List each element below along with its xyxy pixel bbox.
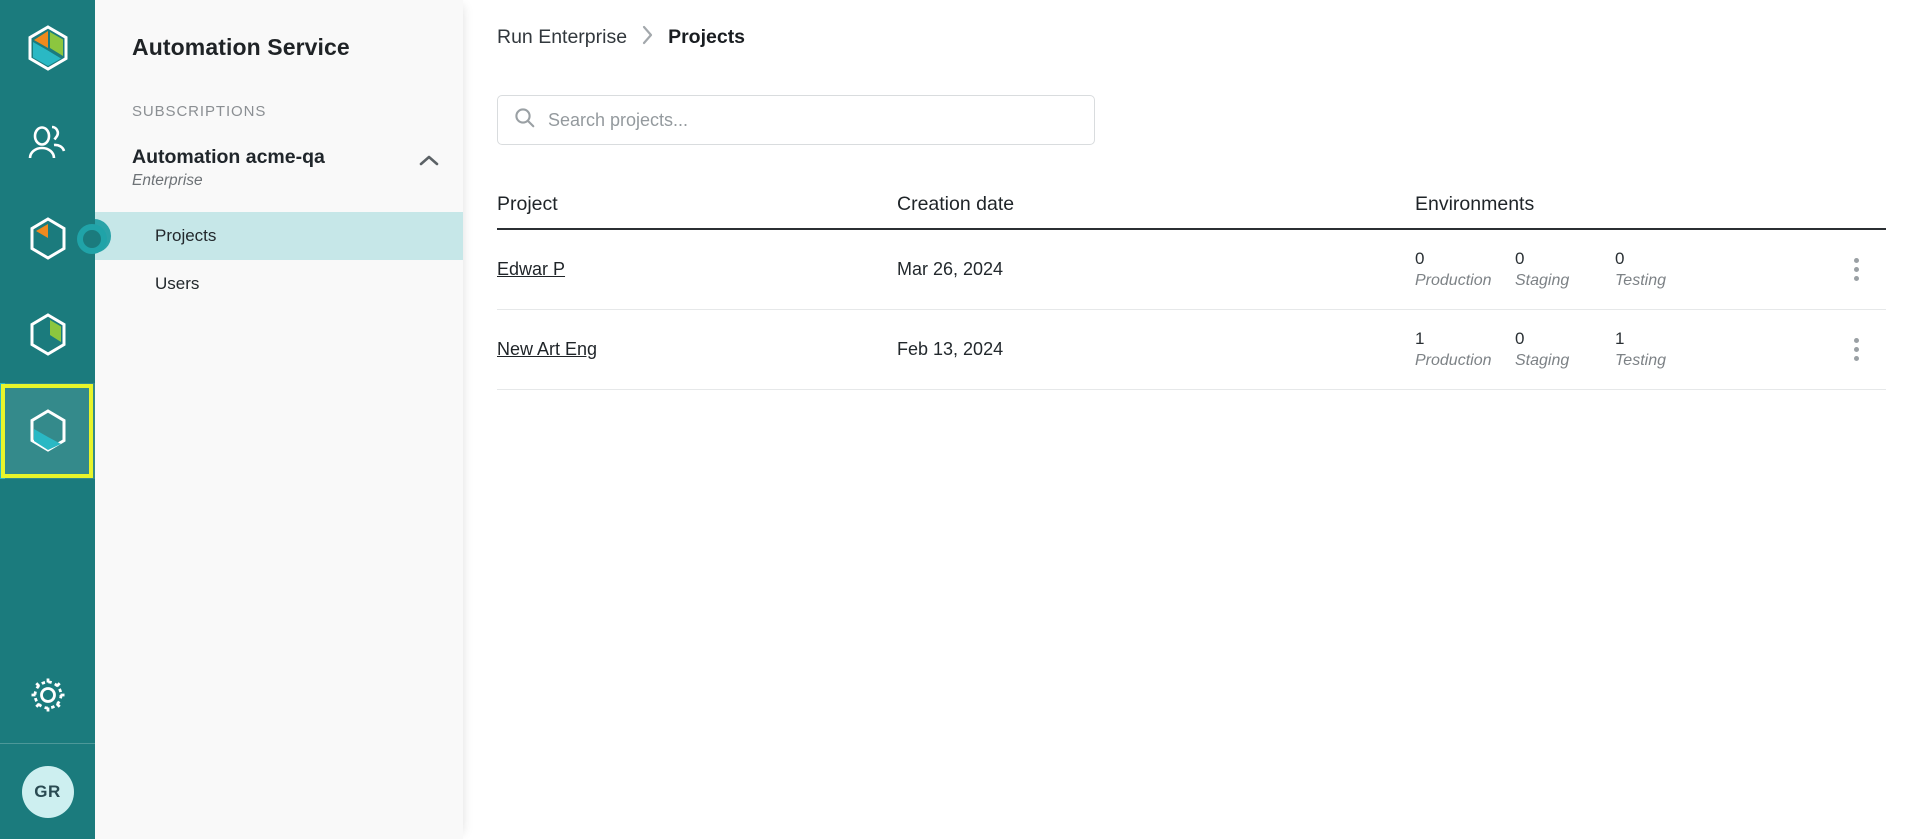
subscription-name: Automation acme-qa: [132, 146, 325, 168]
gear-icon: [31, 678, 64, 712]
env-count: 0: [1615, 249, 1625, 269]
rail-item-users[interactable]: [0, 95, 95, 191]
kebab-menu-icon[interactable]: [1826, 338, 1886, 361]
column-header-environments: Environments: [1415, 193, 1535, 215]
rail-item-settings[interactable]: [0, 647, 95, 743]
rail-badge-indicator: [77, 224, 107, 254]
cell-project: Edwar P: [497, 259, 897, 280]
column-header-creation-date: Creation date: [897, 193, 1015, 215]
hexagon-orange-icon: [30, 217, 65, 260]
search-input[interactable]: Search projects...: [497, 95, 1095, 145]
sidebar-item-label: Projects: [155, 226, 217, 245]
row-actions[interactable]: [1826, 338, 1886, 361]
env-label: Production: [1415, 351, 1492, 369]
app-root: GR Automation Service SUBSCRIPTIONS Auto…: [0, 0, 1920, 839]
rail-item-workloads[interactable]: [0, 191, 107, 287]
row-actions[interactable]: [1826, 258, 1886, 281]
env-label: Production: [1415, 271, 1492, 289]
breadcrumb: Run Enterprise Projects: [463, 0, 1920, 49]
cell-creation-date: Mar 26, 2024: [897, 259, 1004, 279]
sidebar-section-label: SUBSCRIPTIONS: [132, 103, 267, 120]
icon-rail: GR: [0, 0, 107, 839]
sidebar-item-label: Users: [155, 274, 200, 293]
avatar: GR: [21, 765, 74, 818]
table-header-row: Project Creation date Environments: [497, 193, 1886, 230]
env-count: 0: [1515, 329, 1525, 349]
subscription-collapse-button[interactable]: [419, 146, 439, 172]
kebab-menu-icon[interactable]: [1826, 258, 1886, 281]
hexagon-logo-icon: [28, 24, 67, 71]
env-staging: 0 Staging: [1515, 249, 1615, 290]
project-link[interactable]: Edwar P: [497, 259, 565, 279]
sidebar-item-users[interactable]: Users: [95, 260, 463, 308]
secondary-sidebar: Automation Service SUBSCRIPTIONS Automat…: [77, 0, 463, 839]
table-row[interactable]: New Art Eng Feb 13, 2024 1 Production 0 …: [497, 310, 1886, 390]
project-link[interactable]: New Art Eng: [497, 339, 597, 359]
env-count: 0: [1515, 249, 1525, 269]
env-staging: 0 Staging: [1515, 329, 1615, 370]
projects-table: Project Creation date Environments Edwar…: [497, 193, 1886, 390]
page-title: Automation Service: [132, 34, 350, 60]
env-testing: 0 Testing: [1615, 249, 1715, 290]
env-production: 1 Production: [1415, 329, 1515, 370]
search-placeholder: Search projects...: [548, 109, 689, 130]
column-header-project: Project: [497, 193, 558, 215]
subscription-selector[interactable]: Automation acme-qa Enterprise: [95, 120, 463, 190]
rail-item-assets[interactable]: [0, 287, 95, 383]
chevron-up-icon: [419, 155, 439, 166]
app-logo[interactable]: [0, 0, 95, 95]
env-production: 0 Production: [1415, 249, 1515, 290]
env-count: 1: [1415, 329, 1425, 349]
hexagon-green-icon: [30, 313, 65, 356]
env-label: Staging: [1515, 271, 1570, 289]
env-count: 0: [1415, 249, 1425, 269]
sidebar-item-projects[interactable]: Projects: [77, 212, 463, 260]
users-group-icon: [28, 125, 65, 159]
breadcrumb-parent-link[interactable]: Run Enterprise: [497, 26, 627, 49]
env-count: 1: [1615, 329, 1625, 349]
rail-item-automation-service[interactable]: [0, 383, 95, 479]
main-content: Run Enterprise Projects Search projects.…: [463, 0, 1920, 839]
table-row[interactable]: Edwar P Mar 26, 2024 0 Production 0 Stag…: [497, 230, 1886, 310]
chevron-right-icon: [641, 25, 654, 49]
env-label: Testing: [1615, 351, 1666, 369]
hexagon-cyan-icon: [30, 409, 65, 452]
sidebar-nav: Projects Users: [77, 212, 463, 308]
env-label: Testing: [1615, 271, 1666, 289]
cell-environments: 0 Production 0 Staging 0 Testing: [1415, 249, 1826, 290]
env-testing: 1 Testing: [1615, 329, 1715, 370]
user-avatar-button[interactable]: GR: [0, 744, 95, 839]
search-area: Search projects...: [463, 49, 1920, 145]
cell-project: New Art Eng: [497, 339, 897, 360]
cell-creation-date: Feb 13, 2024: [897, 339, 1004, 359]
breadcrumb-current: Projects: [668, 25, 746, 48]
search-icon: [514, 107, 535, 133]
env-label: Staging: [1515, 351, 1570, 369]
subscription-plan: Enterprise: [132, 172, 203, 189]
cell-environments: 1 Production 0 Staging 1 Testing: [1415, 329, 1826, 370]
